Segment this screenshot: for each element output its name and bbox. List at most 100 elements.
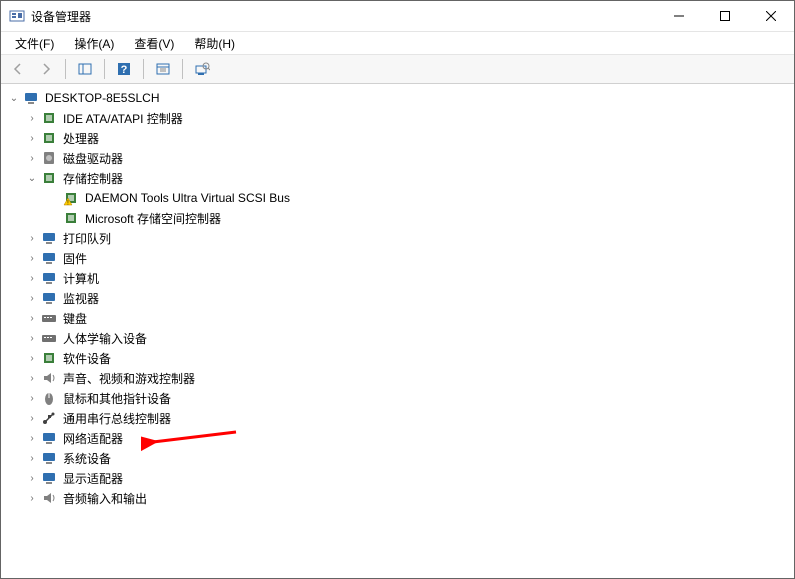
tree-category-display[interactable]: › 显示适配器: [3, 468, 792, 488]
tree-root[interactable]: ⌄ DESKTOP-8E5SLCH: [3, 88, 792, 108]
expander-icon[interactable]: ›: [25, 253, 39, 264]
tree-category-monitor[interactable]: › 监视器: [3, 288, 792, 308]
soft-icon: [41, 350, 57, 366]
tree-root-label: DESKTOP-8E5SLCH: [43, 90, 162, 106]
tree-category-hid[interactable]: › 人体学输入设备: [3, 328, 792, 348]
tree-device-daemon[interactable]: ! DAEMON Tools Ultra Virtual SCSI Bus: [3, 188, 792, 208]
disk-icon: [41, 150, 57, 166]
storage-icon: [63, 210, 79, 226]
show-hide-tree-button[interactable]: [72, 56, 98, 82]
network-icon: [41, 430, 57, 446]
display-icon: [41, 470, 57, 486]
expander-icon[interactable]: ›: [25, 133, 39, 144]
tree-category-softdev[interactable]: › 软件设备: [3, 348, 792, 368]
tree-category-computer[interactable]: › 计算机: [3, 268, 792, 288]
tree-category-system[interactable]: › 系统设备: [3, 448, 792, 468]
toolbar-separator: [143, 59, 144, 79]
tree-category-mouse[interactable]: › 鼠标和其他指针设备: [3, 388, 792, 408]
tree-category-ide[interactable]: › IDE ATA/ATAPI 控制器: [3, 108, 792, 128]
menu-view[interactable]: 查看(V): [126, 33, 182, 54]
tree-category-label: 软件设备: [61, 349, 113, 368]
tree-category-label: 鼠标和其他指针设备: [61, 389, 173, 408]
keyboard-icon: [41, 310, 57, 326]
cpu-icon: [41, 130, 57, 146]
toolbar-separator: [104, 59, 105, 79]
expander-icon[interactable]: ›: [25, 453, 39, 464]
minimize-button[interactable]: [656, 1, 702, 31]
tree-category-printq[interactable]: › 打印队列: [3, 228, 792, 248]
tree-category-disk[interactable]: › 磁盘驱动器: [3, 148, 792, 168]
ide-icon: [41, 110, 57, 126]
expander-icon[interactable]: ›: [25, 313, 39, 324]
toolbar: ?: [1, 55, 794, 84]
tree-category-label: 磁盘驱动器: [61, 149, 125, 168]
title-bar: 设备管理器: [1, 1, 794, 32]
expander-icon[interactable]: ›: [25, 113, 39, 124]
close-button[interactable]: [748, 1, 794, 31]
tree-device-label: Microsoft 存储空间控制器: [83, 209, 223, 228]
properties-button[interactable]: [150, 56, 176, 82]
sound-icon: [41, 370, 57, 386]
toolbar-separator: [65, 59, 66, 79]
tree-category-label: 计算机: [61, 269, 101, 288]
tree-category-label: 监视器: [61, 289, 101, 308]
tree-category-usb[interactable]: › 通用串行总线控制器: [3, 408, 792, 428]
expander-icon[interactable]: ›: [25, 153, 39, 164]
chip-icon: [41, 250, 57, 266]
menu-help[interactable]: 帮助(H): [186, 33, 243, 54]
window-title: 设备管理器: [31, 8, 656, 25]
help-button[interactable]: ?: [111, 56, 137, 82]
forward-button: [33, 56, 59, 82]
tree-category-network[interactable]: › 网络适配器: [3, 428, 792, 448]
expander-icon[interactable]: ›: [25, 353, 39, 364]
expander-icon[interactable]: ›: [25, 333, 39, 344]
expander-icon[interactable]: ›: [25, 293, 39, 304]
tree-category-keyboard[interactable]: › 键盘: [3, 308, 792, 328]
tree-category-label: 系统设备: [61, 449, 113, 468]
tree-device-label: DAEMON Tools Ultra Virtual SCSI Bus: [83, 190, 292, 206]
tree-category-label: 通用串行总线控制器: [61, 409, 173, 428]
device-tree[interactable]: ⌄ DESKTOP-8E5SLCH › IDE ATA/ATAPI 控制器 › …: [1, 84, 794, 578]
tree-category-label: 处理器: [61, 129, 101, 148]
expander-icon[interactable]: ›: [25, 273, 39, 284]
usb-icon: [41, 410, 57, 426]
expander-icon[interactable]: ›: [25, 393, 39, 404]
expander-icon[interactable]: ›: [25, 493, 39, 504]
menu-file[interactable]: 文件(F): [7, 33, 62, 54]
tree-category-label: 存储控制器: [61, 169, 125, 188]
print-icon: [41, 230, 57, 246]
tree-category-label: IDE ATA/ATAPI 控制器: [61, 109, 185, 128]
storage-icon: !: [63, 190, 79, 206]
expander-icon[interactable]: ⌄: [7, 93, 21, 104]
storage-icon: [41, 170, 57, 186]
maximize-button[interactable]: [702, 1, 748, 31]
computer-icon: [23, 90, 39, 106]
expander-icon[interactable]: ⌄: [25, 173, 39, 184]
tree-category-label: 显示适配器: [61, 469, 125, 488]
scan-hardware-button[interactable]: [189, 56, 215, 82]
mouse-icon: [41, 390, 57, 406]
menu-bar: 文件(F) 操作(A) 查看(V) 帮助(H): [1, 32, 794, 55]
expander-icon[interactable]: ›: [25, 373, 39, 384]
expander-icon[interactable]: ›: [25, 473, 39, 484]
tree-category-label: 声音、视频和游戏控制器: [61, 369, 197, 388]
expander-icon[interactable]: ›: [25, 433, 39, 444]
svg-text:?: ?: [121, 64, 128, 76]
tree-category-audioio[interactable]: › 音频输入和输出: [3, 488, 792, 508]
tree-category-sound[interactable]: › 声音、视频和游戏控制器: [3, 368, 792, 388]
monitor-icon: [41, 290, 57, 306]
window-controls: [656, 1, 794, 31]
tree-category-cpu[interactable]: › 处理器: [3, 128, 792, 148]
expander-icon[interactable]: ›: [25, 413, 39, 424]
computer-icon: [41, 270, 57, 286]
expander-icon[interactable]: ›: [25, 233, 39, 244]
tree-category-firmware[interactable]: › 固件: [3, 248, 792, 268]
system-icon: [41, 450, 57, 466]
tree-category-label: 键盘: [61, 309, 89, 328]
toolbar-separator: [182, 59, 183, 79]
tree-category-label: 固件: [61, 249, 89, 268]
sound-icon: [41, 490, 57, 506]
tree-category-storage[interactable]: ⌄ 存储控制器: [3, 168, 792, 188]
tree-device-msstor[interactable]: Microsoft 存储空间控制器: [3, 208, 792, 228]
menu-action[interactable]: 操作(A): [66, 33, 122, 54]
